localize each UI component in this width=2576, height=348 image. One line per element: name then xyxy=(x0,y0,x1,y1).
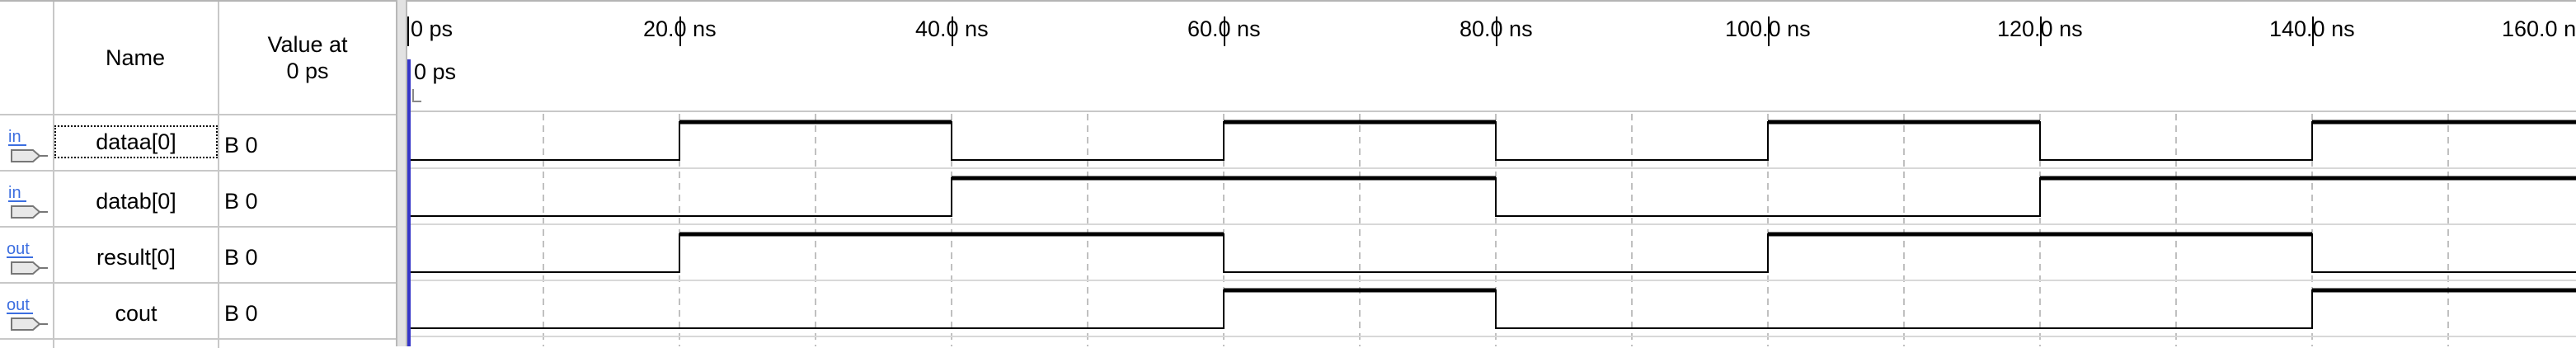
signal-name[interactable]: datab[0] xyxy=(54,185,218,218)
waveform-dataa0[interactable] xyxy=(407,121,2576,161)
output-pin-icon: out xyxy=(7,296,48,331)
column-divider xyxy=(53,2,54,348)
time-cursor[interactable] xyxy=(407,59,411,346)
signal-value: B 0 xyxy=(224,189,258,214)
waveform-viewer: Name Value at 0 ps in dataa[0] B 0 in da… xyxy=(0,0,2576,348)
signal-name[interactable]: cout xyxy=(54,297,218,330)
row-divider xyxy=(0,170,396,172)
header-divider xyxy=(0,114,396,115)
signal-table: Name Value at 0 ps in dataa[0] B 0 in da… xyxy=(0,0,396,348)
pin-direction-label: out xyxy=(7,296,30,314)
waveform-datab0[interactable] xyxy=(407,177,2576,217)
waveform-traces[interactable] xyxy=(407,0,2576,346)
column-divider xyxy=(218,2,219,348)
name-column-header[interactable]: Name xyxy=(53,2,218,114)
input-pin-icon: in xyxy=(8,184,48,219)
signal-value: B 0 xyxy=(224,133,258,158)
input-pin-icon: in xyxy=(8,128,48,162)
value-header-label-line1: Value at xyxy=(267,32,348,57)
pane-splitter[interactable] xyxy=(396,0,407,346)
waveform-pane[interactable]: 0 ps 20.0 ns 40.0 ns 60.0 ns 80.0 ns 100… xyxy=(407,0,2576,346)
row-divider xyxy=(0,282,396,284)
pin-direction-label: in xyxy=(8,184,21,202)
name-header-label: Name xyxy=(105,45,166,70)
signal-name[interactable]: result[0] xyxy=(54,241,218,274)
pin-direction-label: out xyxy=(7,240,30,258)
cursor-time-label: 0 ps xyxy=(414,59,457,84)
waveform-cout[interactable] xyxy=(407,289,2576,329)
waveform-result0[interactable] xyxy=(407,233,2576,273)
value-column-header[interactable]: Value at 0 ps xyxy=(219,2,396,114)
signal-value: B 0 xyxy=(224,301,258,326)
pin-direction-label: in xyxy=(8,128,21,146)
row-divider xyxy=(0,338,396,340)
signal-value: B 0 xyxy=(224,245,258,270)
output-pin-icon: out xyxy=(7,240,48,275)
row-divider xyxy=(0,226,396,228)
signal-name[interactable]: dataa[0] xyxy=(54,125,218,158)
value-header-label-line2: 0 ps xyxy=(286,59,329,83)
cursor-marker-icon xyxy=(412,89,421,102)
